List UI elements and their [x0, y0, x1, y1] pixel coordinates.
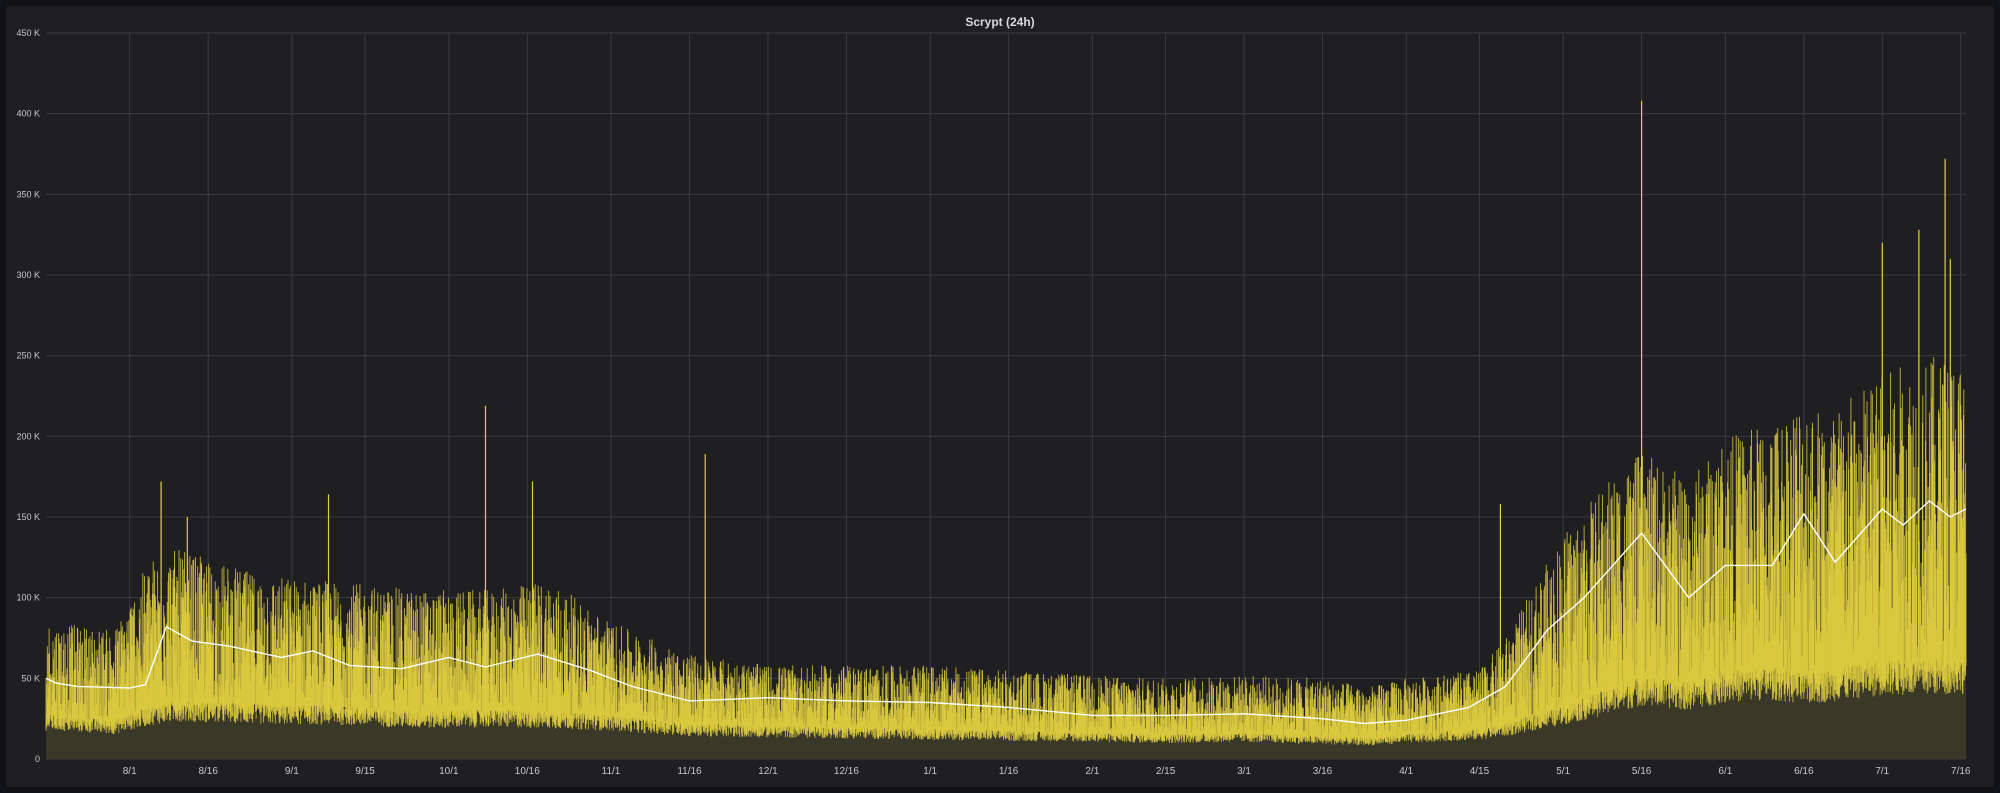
x-tick-label: 10/1: [439, 766, 459, 777]
x-tick-label: 6/1: [1718, 766, 1732, 777]
chart-panel: Scrypt (24h) 0 50 K 100 K 150 K 200 K 250 K 30…: [6, 6, 1994, 787]
x-tick-label: 5/16: [1632, 766, 1652, 777]
y-tick-label: 50 K: [21, 673, 40, 683]
x-tick-label: 7/16: [1951, 766, 1971, 777]
x-tick-label: 1/16: [999, 766, 1019, 777]
y-tick-label: 0: [35, 754, 40, 764]
x-tick-label: 8/1: [123, 766, 137, 777]
x-tick-label: 5/1: [1556, 766, 1570, 777]
x-tick-label: 12/16: [834, 766, 859, 777]
x-tick-label: 6/16: [1794, 766, 1814, 777]
x-tick-label: 9/1: [285, 766, 299, 777]
x-tick-label: 1/1: [923, 766, 937, 777]
x-tick-label: 7/1: [1875, 766, 1889, 777]
x-tick-label: 12/1: [758, 766, 778, 777]
x-tick-label: 10/16: [515, 766, 540, 777]
x-tick-label: 11/1: [602, 766, 621, 777]
x-tick-label: 4/15: [1470, 766, 1490, 777]
x-tick-label: 11/16: [677, 766, 702, 777]
x-tick-label: 3/1: [1237, 766, 1251, 777]
y-tick-label: 450 K: [16, 28, 40, 38]
y-tick-label: 150 K: [16, 512, 40, 522]
y-tick-label: 250 K: [16, 351, 40, 361]
chart: 0 50 K 100 K 150 K 200 K 250 K 300 K 350 K 400 K…: [16, 28, 1971, 777]
x-tick-label: 4/1: [1399, 766, 1413, 777]
y-tick-label: 300 K: [16, 270, 40, 280]
y-tick-label: 100 K: [16, 593, 40, 603]
y-tick-label: 400 K: [16, 109, 40, 119]
y-tick-label: 350 K: [16, 189, 40, 199]
x-tick-label: 2/15: [1156, 766, 1176, 777]
x-tick-label: 9/15: [355, 766, 375, 777]
y-tick-label: 200 K: [16, 431, 40, 441]
x-tick-label: 2/1: [1085, 766, 1099, 777]
x-tick-label: 3/16: [1313, 766, 1333, 777]
volume-bars: [45, 100, 1967, 746]
x-tick-label: 8/16: [198, 766, 218, 777]
